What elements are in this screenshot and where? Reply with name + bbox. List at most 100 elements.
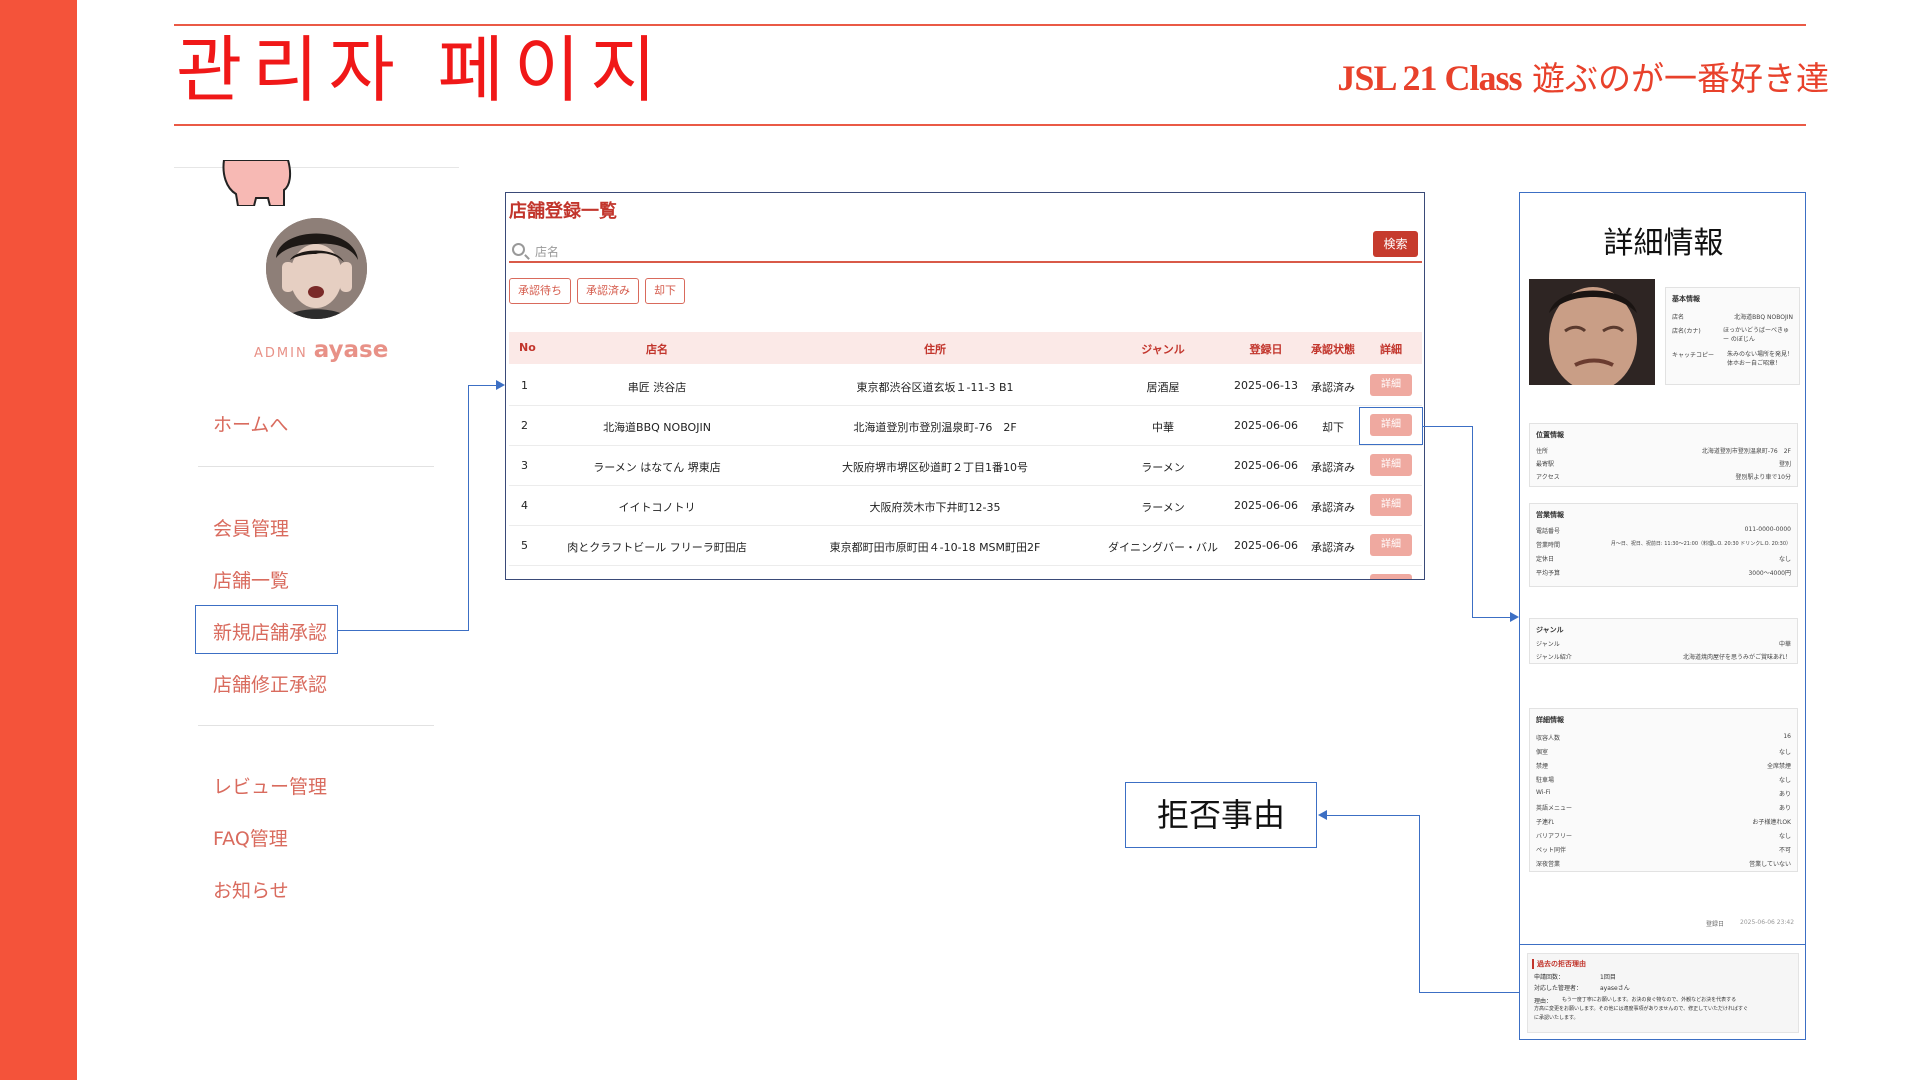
info-value: あり xyxy=(1778,805,1791,812)
filter-rejected-button[interactable]: 却下 xyxy=(645,278,685,304)
cell-date: 2025-06-06 xyxy=(1234,459,1298,472)
reason-text-line: に承認いたします。 xyxy=(1534,1015,1579,1021)
info-value: あり xyxy=(1778,791,1791,798)
cell-status: 却下 xyxy=(1322,421,1344,434)
shop-list-panel: 店舗登録一覧 店名 検索 承認待ち 承認済み 却下 No 店名 住所 ジャンル … xyxy=(505,192,1425,580)
column-genre: ジャンル xyxy=(1141,343,1185,356)
info-row: ペット同伴 不可 xyxy=(1536,845,1791,855)
column-name: 店名 xyxy=(646,343,668,356)
table-row: 2 北海道BBQ NOBOJIN 北海道登別市登別温泉町-76 2F 中華 20… xyxy=(509,406,1422,446)
reason-text-line: 方高に変更をお願いします。その他には適度事項がありませんので、修正していただけれ… xyxy=(1534,1006,1749,1012)
location-card: 位置情報 住所 北海道登別市登別温泉町-76 2F 最寄駅 登別 アクセス 登別駅より… xyxy=(1529,423,1798,487)
cell-date: 2025-06-06 xyxy=(1234,499,1298,512)
info-key: 駐車場 xyxy=(1536,777,1555,784)
info-value: お子様連れOK xyxy=(1752,819,1791,826)
info-row: 電話番号 011-0000-0000 xyxy=(1536,526,1791,536)
info-row: 駐車場 なし xyxy=(1536,775,1791,785)
cell-no: 2 xyxy=(521,419,528,432)
nav-notices[interactable]: お知らせ xyxy=(213,876,289,903)
detail-button[interactable]: 詳細 xyxy=(1370,534,1412,556)
column-date: 登録日 xyxy=(1249,343,1283,356)
cell-name: 肉とクラフトビール フリーラ町田店 xyxy=(567,541,747,554)
shop-list-title: 店舗登録一覧 xyxy=(509,201,617,222)
connector-line xyxy=(1419,815,1420,993)
admin-avatar xyxy=(266,218,367,319)
reason-admin-value: ayaseさん xyxy=(1600,985,1630,992)
info-key: 個室 xyxy=(1536,749,1549,756)
info-key: 禁煙 xyxy=(1536,763,1549,770)
table-row: 5 肉とクラフトビール フリーラ町田店 東京都町田市原町田４-10-18 MSM… xyxy=(509,526,1422,566)
cell-status: 承認済み xyxy=(1311,381,1355,394)
business-heading: 営業情報 xyxy=(1536,511,1564,519)
info-row: 英語メニュー あり xyxy=(1536,803,1791,813)
cell-genre: ラーメン xyxy=(1141,461,1185,474)
connector-arrow-icon xyxy=(1510,612,1519,622)
info-row: 個室 なし xyxy=(1536,747,1791,757)
table-header: No 店名 住所 ジャンル 登録日 承認状態 詳細 xyxy=(509,332,1422,364)
table-row: 4 イイトコノトリ 大阪府茨木市下井町12-35 ラーメン 2025-06-06… xyxy=(509,486,1422,526)
info-row: キャッチコピー 朱みのない場所を発見！体ホおー自ご昭章！ xyxy=(1672,350,1793,380)
column-address: 住所 xyxy=(924,343,946,356)
table-row: 1 串匠 渋谷店 東京都渋谷区道玄坂１-11-3 B1 居酒屋 2025-06-… xyxy=(509,366,1422,406)
detail-button[interactable]: 詳細 xyxy=(1370,494,1412,516)
info-row: アクセス 登別駅より車で10分 xyxy=(1536,472,1791,482)
filter-approved-button[interactable]: 承認済み xyxy=(577,278,639,304)
extra-info-card: 詳細情報 収容人数 16 個室 なし 禁煙 全席禁煙 駐車場 なし Wi-Fi あり 英語… xyxy=(1529,708,1798,872)
search-input[interactable]: 店名 xyxy=(535,243,559,260)
info-key: ジャンル xyxy=(1536,641,1560,648)
detail-title: 詳細情報 xyxy=(1603,226,1724,261)
business-card: 営業情報 電話番号 011-0000-0000 営業時間 月～日、祝日、祝前日: 1… xyxy=(1529,503,1798,587)
admin-name: ayase xyxy=(313,337,389,363)
filter-pending-button[interactable]: 承認待ち xyxy=(509,278,571,304)
info-value: なし xyxy=(1778,556,1791,563)
info-key: 子連れ xyxy=(1536,819,1555,826)
nav-reviews[interactable]: レビュー管理 xyxy=(213,772,327,799)
info-row: ジャンル紹介 北海道焼肉屋仔を思うみがご賞味あれ！ xyxy=(1536,652,1791,662)
info-key: ペット同伴 xyxy=(1536,847,1567,854)
search-button[interactable]: 検索 xyxy=(1373,231,1418,257)
info-row: 定休日 なし xyxy=(1536,554,1791,564)
info-row: 店名 北海道BBQ NOBOJIN xyxy=(1672,312,1793,322)
cell-status: 承認済み xyxy=(1311,461,1355,474)
cell-address: 大阪府茨木市下井町12-35 xyxy=(869,501,1001,514)
cell-no: 3 xyxy=(521,459,528,472)
nav-faq[interactable]: FAQ管理 xyxy=(213,824,288,851)
info-key: キャッチコピー xyxy=(1672,352,1715,359)
column-no: No xyxy=(519,341,536,354)
nav-home[interactable]: ホームへ xyxy=(213,410,288,437)
cell-name: イイトコノトリ xyxy=(618,501,696,514)
nav-shop-list[interactable]: 店舗一覧 xyxy=(213,566,289,593)
info-value: 不可 xyxy=(1778,847,1791,854)
nav-divider xyxy=(198,725,434,726)
detail-button[interactable]: 詳細 xyxy=(1370,454,1412,476)
rejection-reason-title: 過去の拒否理由 xyxy=(1532,959,1586,969)
nav-shop-edit-approval[interactable]: 店舗修正承認 xyxy=(213,670,327,697)
info-value: なし xyxy=(1778,749,1791,756)
info-key: 定休日 xyxy=(1536,556,1555,563)
detail-button-partial xyxy=(1370,574,1412,579)
nav-new-shop-approval[interactable]: 新規店舗承認 xyxy=(213,618,327,645)
detail-button[interactable]: 詳細 xyxy=(1370,374,1412,396)
info-row: 禁煙 全席禁煙 xyxy=(1536,761,1791,771)
info-key: ジャンル紹介 xyxy=(1536,654,1572,661)
cell-name: ラーメン はなてん 堺東店 xyxy=(593,461,721,474)
info-value: 全席禁煙 xyxy=(1766,763,1791,770)
cell-date: 2025-06-06 xyxy=(1234,419,1298,432)
reason-count-label: 申請回数： xyxy=(1534,974,1565,981)
info-key: 営業時間 xyxy=(1536,542,1561,549)
cell-date: 2025-06-06 xyxy=(1234,539,1298,552)
info-row: 最寄駅 登別 xyxy=(1536,459,1791,469)
connector-line xyxy=(1472,617,1510,618)
info-row: 店名(カナ) ほっかいどうばーべきゅー のぼじん xyxy=(1672,326,1793,346)
info-row: Wi-Fi あり xyxy=(1536,789,1791,799)
brand-class-name: JSL 21 Class xyxy=(1337,58,1522,98)
reason-admin-label: 対応した管理者： xyxy=(1534,985,1583,992)
cell-genre: 居酒屋 xyxy=(1146,381,1180,394)
info-row: バリアフリー なし xyxy=(1536,831,1791,841)
nav-members[interactable]: 会員管理 xyxy=(213,514,289,541)
nav-divider xyxy=(198,466,434,467)
genre-heading: ジャンル xyxy=(1536,626,1564,634)
admin-role-label: ADMIN xyxy=(254,346,308,361)
connector-line xyxy=(1419,992,1519,993)
info-key: Wi-Fi xyxy=(1536,789,1551,796)
